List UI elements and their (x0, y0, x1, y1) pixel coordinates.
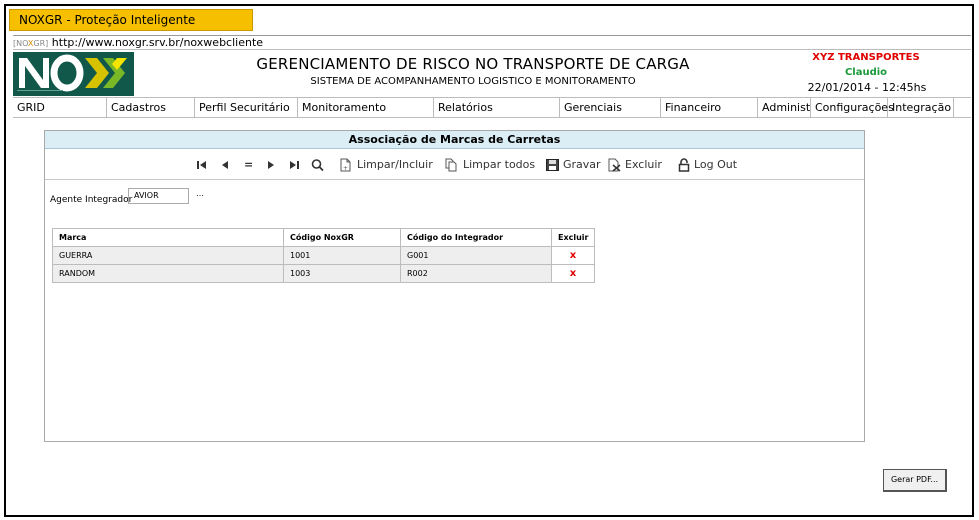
mini-logo: [NOXGR] (13, 39, 49, 48)
url-text: http://www.noxgr.srv.br/noxwebcliente (51, 36, 264, 49)
generate-pdf-button[interactable]: Gerar PDF... (883, 469, 947, 492)
floppy-disk-icon (546, 158, 559, 172)
previous-record-icon[interactable] (221, 158, 229, 172)
cell-excluir: x (551, 246, 595, 265)
company-name: XYZ TRANSPORTES (812, 52, 920, 63)
page-header: GERENCIAMENTO DE RISCO NO TRANSPORTE DE … (13, 49, 971, 97)
agent-value: AVIOR (134, 191, 159, 200)
lock-icon (678, 158, 690, 172)
menu-gerenciais[interactable]: Gerenciais (560, 98, 661, 118)
svg-text:+: + (343, 165, 348, 172)
brands-table: Marca Código NoxGR Código do Integrador … (52, 228, 595, 283)
column-header-codigo-integrador[interactable]: Código do Integrador (400, 228, 552, 247)
menu-grid[interactable]: GRID (13, 98, 107, 118)
agent-lookup-button[interactable]: ... (188, 188, 211, 204)
last-record-icon[interactable] (289, 158, 299, 172)
cell-codigo-integrador[interactable]: G001 (400, 246, 552, 265)
app-subtitle: SISTEMA DE ACOMPANHAMENTO LOGISTICO E MO… (310, 76, 636, 87)
menu-perfil-securitario[interactable]: Perfil Securitário (195, 98, 298, 118)
menu-relatorios[interactable]: Relatórios (434, 98, 560, 118)
noxgr-logo (13, 52, 134, 96)
logout-button[interactable]: Log Out (678, 158, 737, 172)
app-title: GERENCIAMENTO DE RISCO NO TRANSPORTE DE … (256, 55, 690, 73)
save-button[interactable]: Gravar (546, 158, 601, 172)
window-title-tab: NOXGR - Proteção Inteligente (9, 9, 253, 31)
first-record-icon[interactable] (197, 158, 207, 172)
cell-excluir: x (551, 264, 595, 283)
clear-include-icon: + (339, 158, 353, 172)
delete-document-icon (607, 158, 621, 172)
cell-marca[interactable]: RANDOM (52, 264, 284, 283)
table-row[interactable]: RANDOM 1003 R002 x (52, 264, 595, 283)
cell-codigo-noxgr[interactable]: 1001 (283, 246, 401, 265)
agent-label: Agente Integrador (50, 195, 133, 205)
address-bar: [NOXGR] http://www.noxgr.srv.br/noxwebcl… (13, 35, 971, 49)
delete-button[interactable]: Excluir (607, 158, 662, 172)
search-icon[interactable] (311, 158, 324, 172)
clear-include-button[interactable]: + Limpar/Incluir (339, 158, 433, 172)
cell-marca[interactable]: GUERRA (52, 246, 284, 265)
next-record-icon[interactable] (267, 158, 275, 172)
main-panel: Associação de Marcas de Carretas = + Lim… (44, 130, 865, 442)
cell-codigo-integrador[interactable]: R002 (400, 264, 552, 283)
menu-monitoramento[interactable]: Monitoramento (298, 98, 434, 118)
delete-row-icon[interactable]: x (570, 268, 576, 279)
user-name: Claudio (844, 67, 888, 78)
main-menu: GRID Cadastros Perfil Securitário Monito… (13, 97, 971, 118)
date-time: 22/01/2014 - 12:45hs (807, 81, 927, 94)
column-header-excluir[interactable]: Excluir (551, 228, 595, 247)
menu-administ[interactable]: Administ (758, 98, 811, 118)
menu-configuracoes[interactable]: Configurações (811, 98, 894, 118)
menu-cadastros[interactable]: Cadastros (107, 98, 195, 118)
panel-title: Associação de Marcas de Carretas (45, 131, 864, 149)
clear-all-icon (445, 158, 459, 172)
table-row[interactable]: GUERRA 1001 G001 x (52, 246, 595, 265)
clear-all-button[interactable]: Limpar todos (445, 158, 535, 172)
column-header-marca[interactable]: Marca (52, 228, 284, 247)
table-header-row: Marca Código NoxGR Código do Integrador … (52, 228, 595, 247)
window-title: NOXGR - Proteção Inteligente (19, 13, 196, 27)
record-toolbar: = + Limpar/Incluir Limpar todos Gravar E… (45, 149, 864, 180)
equal-button[interactable]: = (244, 158, 253, 172)
delete-row-icon[interactable]: x (570, 250, 576, 261)
column-header-codigo-noxgr[interactable]: Código NoxGR (283, 228, 401, 247)
menu-integracao[interactable]: Integração (888, 98, 954, 118)
cell-codigo-noxgr[interactable]: 1003 (283, 264, 401, 283)
menu-financeiro[interactable]: Financeiro (661, 98, 758, 118)
